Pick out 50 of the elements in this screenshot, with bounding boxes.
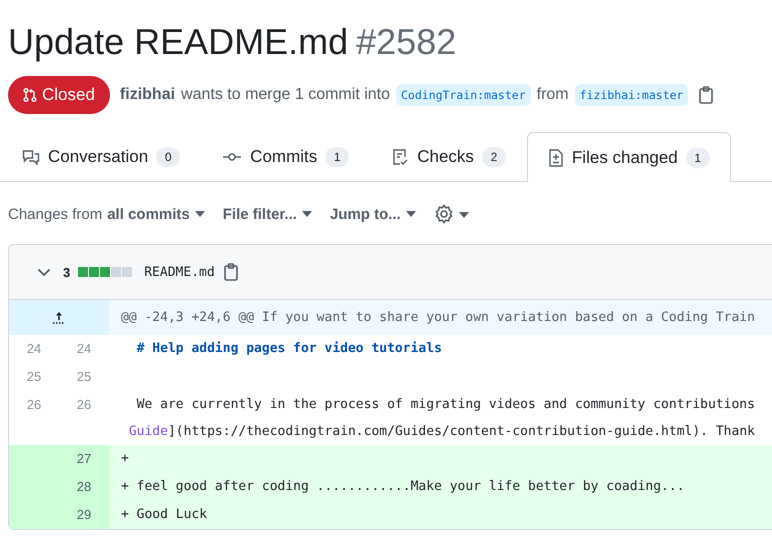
tab[interactable]: Checks 2 <box>370 132 527 181</box>
state-badge: Closed <box>8 76 110 114</box>
change-count: 3 <box>63 264 70 280</box>
settings-icon[interactable] <box>434 204 472 224</box>
code-text: # Help adding pages for video tutorials <box>136 341 442 356</box>
code-text: + <box>121 451 129 466</box>
tab[interactable]: Files changed 1 <box>526 132 731 182</box>
tab[interactable]: Commits 1 <box>201 132 370 181</box>
merge-text: wants to merge 1 commit into <box>181 86 390 104</box>
line-number: 26 <box>26 397 42 412</box>
code-text: Guide <box>128 424 168 439</box>
copy-icon[interactable] <box>222 263 239 281</box>
tab-counter: 1 <box>686 148 710 168</box>
base-branch[interactable]: CodingTrain:master <box>396 84 531 106</box>
tab-counter: 0 <box>156 146 180 166</box>
line-number: 25 <box>76 369 92 384</box>
file-filter-dropdown[interactable]: File filter... <box>222 206 312 222</box>
copy-icon[interactable] <box>698 86 714 104</box>
line-number: 24 <box>76 341 92 356</box>
pr-number: #2582 <box>356 21 456 62</box>
comments-icon <box>22 148 40 164</box>
pull-request-icon <box>22 87 38 103</box>
from-text: from <box>536 86 569 104</box>
line-number: 24 <box>26 341 42 356</box>
line-number: 25 <box>26 369 42 384</box>
caret-icon <box>302 211 312 217</box>
jump-to-dropdown[interactable]: Jump to... <box>330 206 416 222</box>
changes-from-dropdown[interactable]: Changes from all commits <box>8 206 205 222</box>
code-text: ](https://thecodingtrain.com/Guides/content-contribution-guide.html). Thank <box>168 424 755 439</box>
line-number: 26 <box>76 397 92 412</box>
file-diff-icon <box>548 148 564 166</box>
tab-counter: 1 <box>325 146 350 166</box>
tab-counter: 2 <box>482 146 506 166</box>
tab[interactable]: Conversation 0 <box>0 132 202 181</box>
code-text: + feel good after coding ............Make your life better by coading... <box>121 479 685 494</box>
pr-title: Update README.md <box>8 21 348 62</box>
diffstat-icon <box>78 267 132 277</box>
code-text: We are currently in the process of migrating videos and community contributions <box>136 397 755 412</box>
head-branch[interactable]: fizibhai:master <box>574 84 688 106</box>
line-number: 29 <box>76 507 92 522</box>
code-text: + Good Luck <box>121 507 208 522</box>
author-link[interactable]: fizibhai <box>120 86 176 104</box>
file-name[interactable]: README.md <box>144 264 215 280</box>
line-number: 28 <box>76 479 92 494</box>
checklist-icon <box>391 148 410 166</box>
hunk-header: @@ -24,3 +24,6 @@ If you want to share your own variation based on a Coding Train <box>109 300 772 335</box>
caret-icon <box>194 211 205 217</box>
caret-icon <box>406 211 416 217</box>
line-number: 27 <box>76 451 92 466</box>
chevron-icon[interactable] <box>37 268 51 276</box>
